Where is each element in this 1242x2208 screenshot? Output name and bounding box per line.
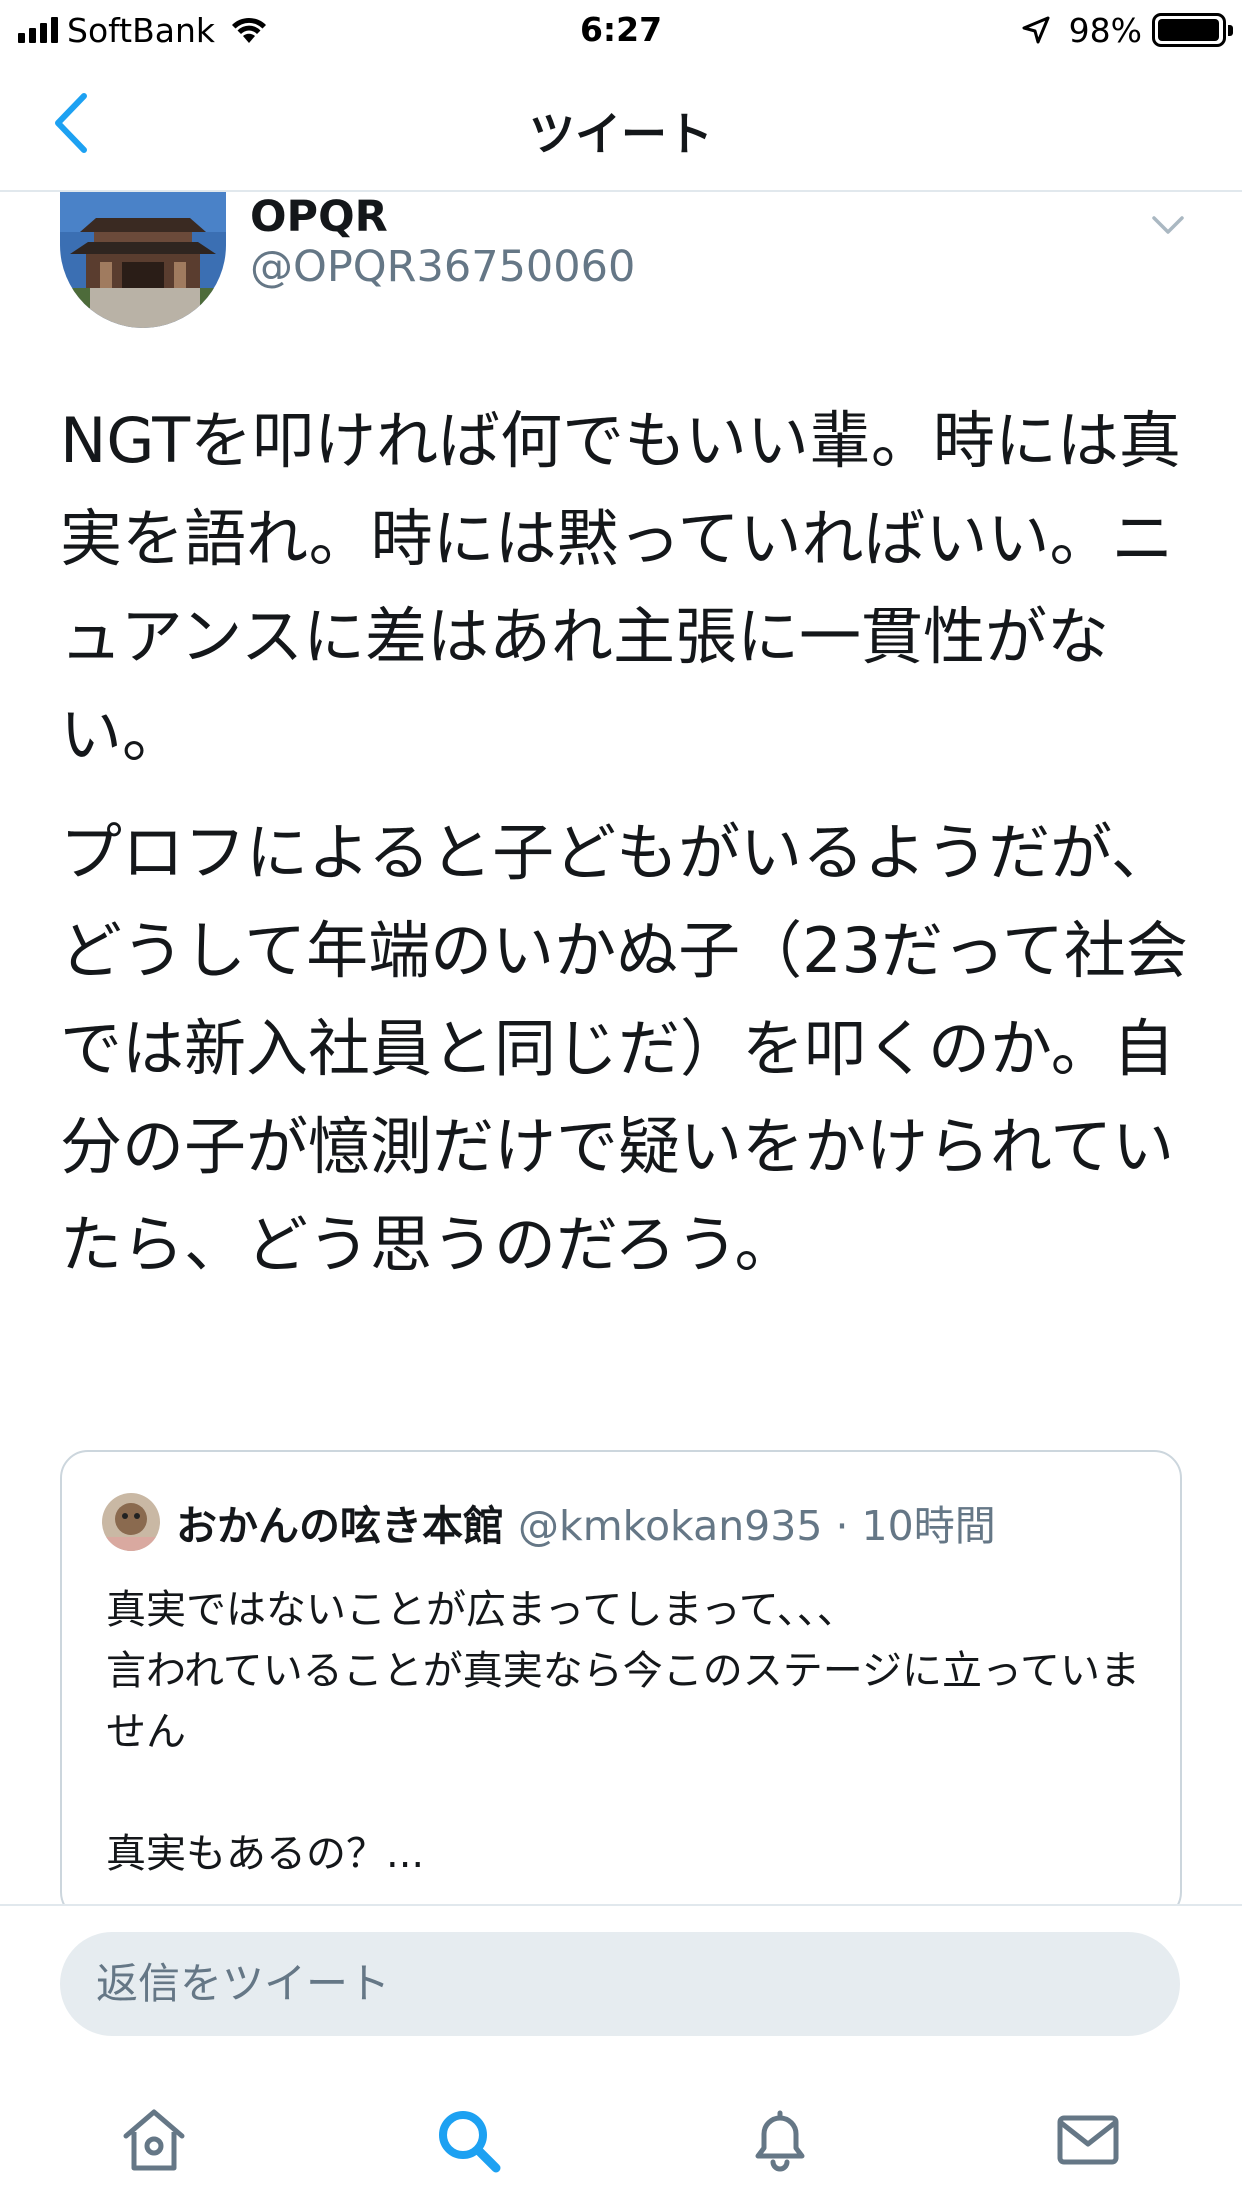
- quoted-author-name: おかんの呟き本館: [176, 1502, 504, 1550]
- location-arrow-icon: [1022, 16, 1050, 44]
- reply-bar: 返信をツイート: [0, 1904, 1242, 2054]
- quoted-author-avatar: [102, 1493, 160, 1551]
- page-title: ツイート: [529, 107, 713, 161]
- home-icon[interactable]: [118, 2104, 190, 2176]
- quoted-author-handle: @kmkokan935 · 10時間: [518, 1502, 996, 1550]
- battery-percent: 98%: [1068, 10, 1142, 50]
- chevron-down-icon[interactable]: [1148, 210, 1188, 240]
- tweet-text: NGTを叩ければ何でもいい輩。時には真実を語れ。時には黙っていればいい。ニュアン…: [60, 392, 1190, 1314]
- author-avatar[interactable]: [60, 192, 226, 328]
- quoted-tweet-header: おかんの呟き本館 @kmkokan935 · 10時間: [102, 1492, 996, 1552]
- quoted-tweet-card[interactable]: おかんの呟き本館 @kmkokan935 · 10時間 真実ではないことが広まっ…: [60, 1450, 1182, 1920]
- nav-bar: ツイート: [0, 62, 1242, 192]
- tweet-paragraph: プロフによると子どもがいるようだが、どうして年端のいかぬ子（23だって社会では新…: [60, 816, 1188, 1281]
- author-handle[interactable]: @OPQR36750060: [250, 242, 635, 292]
- tab-bar: [0, 2054, 1242, 2208]
- notifications-icon[interactable]: [744, 2104, 816, 2176]
- status-right: 98%: [1021, 8, 1233, 52]
- battery-icon: [1152, 13, 1233, 47]
- tweet-paragraph: NGTを叩ければ何でもいい輩。時には真実を語れ。時には黙っていればいい。ニュアン…: [60, 404, 1181, 771]
- author-name[interactable]: OPQR: [250, 192, 388, 242]
- quoted-tweet-text: 真実ではないことが広まってしまって、、、 言われていることが真実なら今このステー…: [106, 1587, 1140, 1877]
- reply-input[interactable]: 返信をツイート: [60, 1932, 1180, 2036]
- tweet-header: OPQR @OPQR36750060: [0, 192, 1242, 342]
- status-bar: SoftBank 6:27 98%: [0, 0, 1242, 62]
- search-icon[interactable]: [432, 2104, 504, 2176]
- messages-icon[interactable]: [1052, 2104, 1124, 2176]
- battery-fill: [1158, 19, 1219, 41]
